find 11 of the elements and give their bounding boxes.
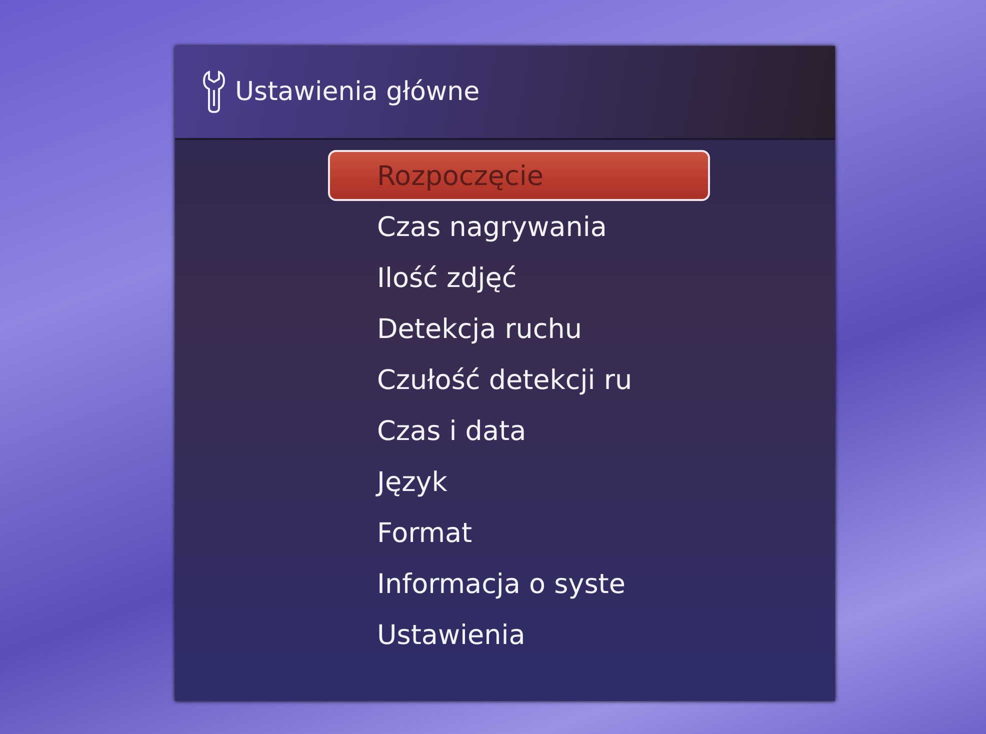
- menu-item[interactable]: Format: [328, 507, 710, 558]
- menu-item[interactable]: Czas nagrywania: [328, 201, 710, 252]
- menu-item[interactable]: Ilość zdjęć: [328, 252, 710, 303]
- menu-title: Ustawienia główne: [235, 77, 480, 107]
- menu-item[interactable]: Ustawienia: [328, 609, 710, 660]
- menu-item[interactable]: Język: [328, 456, 710, 507]
- menu-item[interactable]: Informacja o syste: [328, 558, 710, 609]
- menu-item[interactable]: Czas i data: [328, 405, 710, 456]
- menu-item[interactable]: Czułość detekcji ru: [328, 354, 710, 405]
- menu-item[interactable]: Detekcja ruchu: [328, 303, 710, 354]
- wrench-icon: [203, 70, 225, 114]
